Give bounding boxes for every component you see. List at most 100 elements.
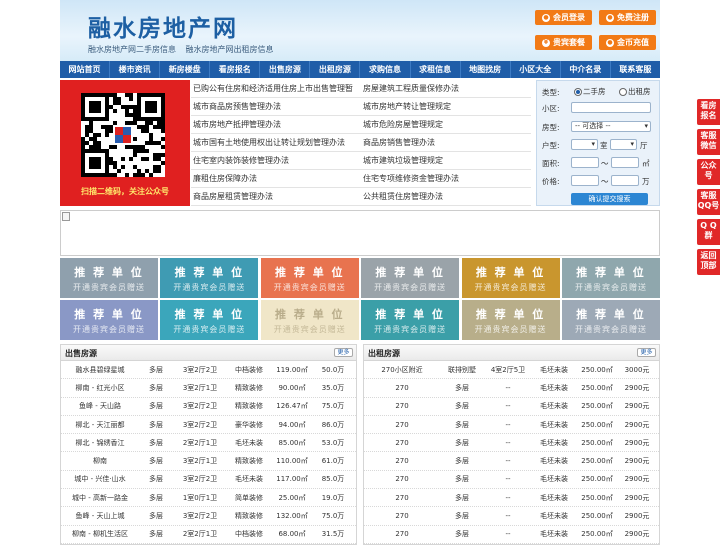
table-row[interactable]: 270 多层 -- 毛坯未装 250.00㎡ 2900元 — [364, 471, 659, 490]
recommended-unit-ad[interactable]: 推 荐 单 位开通贵宾会员赠送 — [561, 300, 660, 340]
nav-item[interactable]: 联系客服 — [611, 61, 660, 78]
news-link[interactable]: 商品房屋租赁管理办法 — [191, 188, 361, 205]
news-link[interactable]: 已购公有住房和经济适用住房上市出售管理暂 — [191, 80, 361, 97]
news-link[interactable]: 城市房地产抵押管理办法 — [191, 116, 361, 133]
news-link[interactable]: 城市国有土地使用权出让转让规划管理办法 — [191, 134, 361, 151]
rent-more-button[interactable]: 更多 — [637, 348, 656, 357]
table-cell: 2室2厅1卫 — [182, 438, 218, 447]
nav-item[interactable]: 小区大全 — [511, 61, 561, 78]
news-link[interactable]: 城市危险房屋管理规定 — [361, 116, 531, 133]
register-button[interactable]: ● 免费注册 — [599, 10, 656, 25]
nav-item[interactable]: 楼市资讯 — [110, 61, 161, 78]
vip-package-button[interactable]: ¥ 贵宾套餐 — [535, 35, 592, 50]
side-float-button[interactable]: 公众号 — [697, 159, 720, 185]
news-link[interactable]: 城市建筑垃圾管理规定 — [361, 152, 531, 169]
side-float-button[interactable]: 客服 QQ号 — [697, 189, 720, 215]
nav-item[interactable]: 看房报名 — [210, 61, 261, 78]
news-link[interactable]: 住宅室内装饰装修管理办法 — [191, 152, 361, 169]
banner-image[interactable] — [60, 210, 660, 256]
nav-item[interactable]: 新房楼盘 — [160, 61, 211, 78]
table-row[interactable]: 鱼峰 - 天山上城 多层 3室2厅2卫 精致装修 132.00㎡ 75.0万 — [61, 507, 356, 526]
nav-item[interactable]: 网站首页 — [60, 61, 111, 78]
table-cell: 85.00㎡ — [278, 438, 306, 447]
side-float-button[interactable]: 看房 报名 — [697, 99, 720, 125]
news-link[interactable]: 住宅专项维修资金管理办法 — [361, 170, 531, 187]
nav-item[interactable]: 出售房源 — [260, 61, 311, 78]
table-row[interactable]: 柳南 - 红光小区 多层 3室2厅1卫 精致装修 90.00㎡ 35.0万 — [61, 379, 356, 398]
news-link[interactable]: 城市商品房预售管理办法 — [191, 98, 361, 115]
type-radio-sale[interactable]: 二手房 — [574, 86, 606, 97]
nav-item[interactable]: 求购信息 — [360, 61, 411, 78]
price-min-input[interactable] — [571, 175, 599, 186]
news-link[interactable]: 廉租住房保障办法 — [191, 170, 361, 187]
chevron-down-icon: ▾ — [591, 140, 595, 148]
ad-subtitle: 开通贵宾会员赠送 — [374, 283, 447, 292]
recharge-button[interactable]: ● 金币充值 — [599, 35, 656, 50]
ad-subtitle: 开通贵宾会员赠送 — [73, 325, 145, 334]
price-max-input[interactable] — [611, 175, 639, 186]
recommended-unit-ad[interactable]: 推 荐 单 位开通贵宾会员赠送 — [361, 300, 460, 340]
news-link[interactable]: 城市房地产转让管理规定 — [361, 98, 531, 115]
table-cell: 精致装修 — [235, 383, 263, 392]
table-row[interactable]: 柳北 - 天江丽都 多层 3室2厅2卫 豪华装修 94.00㎡ 86.0万 — [61, 416, 356, 435]
login-button[interactable]: ● 会员登录 — [535, 10, 592, 25]
nav-item[interactable]: 中介名录 — [561, 61, 611, 78]
nav-item[interactable]: 出租房源 — [310, 61, 361, 78]
table-row[interactable]: 270 多层 -- 毛坯未装 250.00㎡ 2900元 — [364, 416, 659, 435]
ad-subtitle: 开通贵宾会员赠送 — [173, 325, 246, 334]
news-link[interactable]: 公共租赁住房管理办法 — [361, 188, 531, 205]
area-min-input[interactable] — [571, 157, 599, 168]
recommended-unit-ad[interactable]: 推 荐 单 位开通贵宾会员赠送 — [60, 258, 158, 298]
table-row[interactable]: 270 多层 -- 毛坯未装 250.00㎡ 2900元 — [364, 507, 659, 526]
price-unit: 万 — [642, 177, 650, 186]
table-cell: 多层 — [149, 512, 163, 521]
recommended-unit-ad[interactable]: 推 荐 单 位开通贵宾会员赠送 — [260, 258, 359, 298]
ad-subtitle: 开通贵宾会员赠送 — [474, 325, 547, 334]
side-float-button[interactable]: 客服 微信 — [697, 129, 720, 155]
table-row[interactable]: 柳南 多层 3室2厅1卫 精致装修 110.00㎡ 61.0万 — [61, 452, 356, 471]
table-row[interactable]: 城中 - 高新一路金 多层 1室0厅1卫 简单装修 25.00㎡ 19.0万 — [61, 489, 356, 508]
recommended-unit-ad[interactable]: 推 荐 单 位开通贵宾会员赠送 — [60, 300, 158, 340]
recommended-unit-ad[interactable]: 推 荐 单 位开通贵宾会员赠送 — [561, 258, 660, 298]
recommended-unit-ad[interactable]: 推 荐 单 位开通贵宾会员赠送 — [361, 258, 460, 298]
table-row[interactable]: 城中 - 兴佳·山水 多层 3室2厅2卫 毛坯未装 117.00㎡ 85.0万 — [61, 471, 356, 490]
table-cell: 毛坯未装 — [540, 512, 568, 521]
table-row[interactable]: 鱼峰 - 天山路 多层 3室2厅2卫 精致装修 126.47㎡ 75.0万 — [61, 398, 356, 416]
table-cell: 3室2厅2卫 — [182, 420, 218, 429]
house-type-select[interactable]: -- 可选择 -- ▾ — [571, 121, 651, 132]
side-float-button[interactable]: Q Q群 — [697, 219, 720, 245]
nav-item[interactable]: 地图找房 — [461, 61, 511, 78]
news-list: 已购公有住房和经济适用住房上市出售管理暂 房屋建筑工程质量保修办法 城市商品房预售管… — [191, 80, 531, 206]
search-submit-button[interactable]: 确认提交搜索 — [571, 193, 648, 205]
table-cell: 多层 — [149, 438, 163, 447]
sale-more-button[interactable]: 更多 — [334, 348, 353, 357]
table-row[interactable]: 柳南 - 柳机生活区 多层 2室2厅1卫 中档装修 68.00㎡ 31.5万 — [61, 526, 356, 544]
table-row[interactable]: 融水县碧绿星城 多层 3室2厅2卫 中档装修 119.00㎡ 50.0万 — [61, 361, 356, 380]
community-input[interactable] — [571, 102, 651, 113]
recommended-unit-ad[interactable]: 推 荐 单 位开通贵宾会员赠送 — [461, 300, 560, 340]
news-link[interactable]: 商品房销售管理办法 — [361, 134, 531, 151]
hall-select[interactable]: ▾ — [610, 139, 637, 150]
table-cell: 86.0万 — [321, 420, 345, 429]
table-row[interactable]: 柳北 - 锦绣香江 多层 2室2厅1卫 毛坯未装 85.00㎡ 53.0万 — [61, 434, 356, 453]
table-row[interactable]: 270 多层 -- 毛坯未装 250.00㎡ 2900元 — [364, 452, 659, 471]
recommended-unit-ad[interactable]: 推 荐 单 位开通贵宾会员赠送 — [461, 258, 560, 298]
room-select[interactable]: ▾ — [571, 139, 598, 150]
recommended-unit-ad[interactable]: 推 荐 单 位开通贵宾会员赠送 — [160, 258, 259, 298]
recommended-unit-ad[interactable]: 推 荐 单 位开通贵宾会员赠送 — [260, 300, 359, 340]
area-max-input[interactable] — [611, 157, 639, 168]
table-cell: 50.0万 — [321, 365, 345, 374]
table-row[interactable]: 270 多层 -- 毛坯未装 250.00㎡ 2900元 — [364, 398, 659, 416]
type-radio-rent[interactable]: 出租房 — [619, 86, 651, 97]
table-row[interactable]: 270 多层 -- 毛坯未装 250.00㎡ 2900元 — [364, 434, 659, 453]
table-row[interactable]: 270 多层 -- 毛坯未装 250.00㎡ 2900元 — [364, 526, 659, 544]
side-float-button[interactable]: 返回 顶部 — [697, 249, 720, 275]
site-logo[interactable]: 融水房地产网 — [88, 9, 238, 43]
area-label: 面积: — [542, 159, 560, 168]
table-row[interactable]: 270小区附近 联排别墅 4室2厅5卫 毛坯未装 250.00㎡ 3000元 — [364, 361, 659, 380]
recommended-unit-ad[interactable]: 推 荐 单 位开通贵宾会员赠送 — [160, 300, 259, 340]
table-row[interactable]: 270 多层 -- 毛坯未装 250.00㎡ 2900元 — [364, 489, 659, 508]
news-link[interactable]: 房屋建筑工程质量保修办法 — [361, 80, 531, 97]
table-row[interactable]: 270 多层 -- 毛坯未装 250.00㎡ 2900元 — [364, 379, 659, 398]
nav-item[interactable]: 求租信息 — [411, 61, 461, 78]
